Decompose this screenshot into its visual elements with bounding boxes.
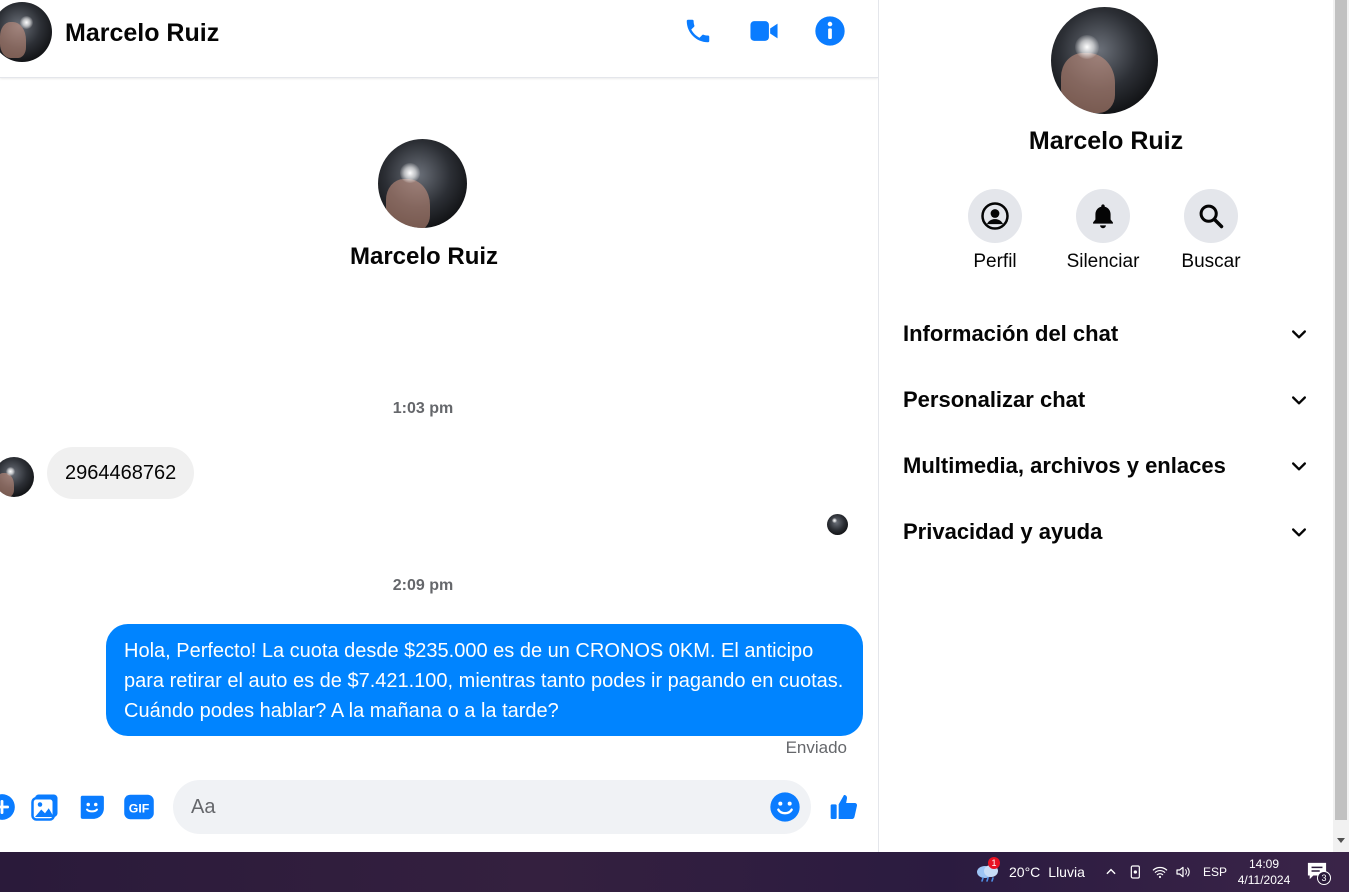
- video-call-button[interactable]: [747, 14, 781, 48]
- search-action-button[interactable]: Buscar: [1156, 189, 1266, 273]
- section-title: Privacidad y ayuda: [903, 519, 1103, 544]
- rain-cloud-icon: 1: [975, 857, 1001, 883]
- thumbs-up-icon: [830, 795, 858, 819]
- message-timestamp: 1:03 pm: [392, 400, 454, 417]
- section-title: Personalizar chat: [903, 387, 1086, 412]
- input-language-indicator[interactable]: ESP: [1203, 863, 1227, 881]
- speaker-icon: [1176, 866, 1190, 878]
- chevron-down-icon: [1292, 528, 1306, 537]
- section-media-files-links[interactable]: Multimedia, archivos y enlaces: [891, 440, 1321, 492]
- meet-now-button[interactable]: [1128, 863, 1144, 881]
- gif-button[interactable]: GIF: [123, 791, 155, 823]
- sticker-icon: [80, 795, 104, 819]
- volume-button[interactable]: [1175, 863, 1191, 881]
- scrollbar-thumb[interactable]: [1335, 0, 1347, 820]
- seen-receipt-avatar: [827, 514, 848, 535]
- weather-description: Lluvia: [1048, 864, 1085, 880]
- scroll-down-arrow-icon[interactable]: [1337, 838, 1345, 843]
- emoji-button[interactable]: [769, 791, 801, 823]
- clock-time: 14:09: [1248, 857, 1280, 871]
- section-privacy-help[interactable]: Privacidad y ayuda: [891, 506, 1321, 558]
- section-chat-info[interactable]: Información del chat: [891, 308, 1321, 360]
- conversation-info-panel: Marcelo Ruiz Perfil Silenciar Buscar Inf…: [879, 0, 1333, 852]
- profile-icon: [981, 202, 1009, 230]
- attach-image-button[interactable]: [29, 791, 61, 823]
- phone-icon: [686, 19, 710, 43]
- info-contact-avatar[interactable]: [1051, 7, 1158, 114]
- weather-alert-badge: 1: [988, 857, 1000, 869]
- contact-name[interactable]: Marcelo Ruiz: [65, 19, 219, 48]
- profile-action-label: Perfil: [973, 251, 1017, 272]
- outgoing-message-bubble[interactable]: Hola, Perfecto! La cuota desde $235.000 …: [106, 624, 863, 736]
- more-actions-button[interactable]: [0, 791, 18, 823]
- wifi-icon: [1152, 866, 1168, 879]
- chevron-down-icon: [1292, 396, 1306, 405]
- chevron-up-icon: [1106, 868, 1116, 875]
- voice-call-button[interactable]: [681, 14, 715, 48]
- messenger-app: Marcelo Ruiz Marcelo Ruiz 1:03 pm 296446…: [0, 0, 1349, 852]
- info-contact-name[interactable]: Marcelo Ruiz: [879, 127, 1333, 156]
- page-scrollbar[interactable]: [1333, 0, 1349, 852]
- bell-icon: [1093, 204, 1113, 229]
- conversation-info-button[interactable]: [813, 14, 847, 48]
- section-title: Información del chat: [903, 321, 1119, 346]
- notification-center-button[interactable]: 3: [1306, 861, 1332, 885]
- info-icon: [815, 16, 845, 46]
- contact-avatar[interactable]: [0, 2, 52, 62]
- notification-count-badge: 3: [1317, 871, 1331, 885]
- intro-contact-name[interactable]: Marcelo Ruiz: [0, 243, 848, 271]
- smiley-icon: [770, 792, 800, 822]
- profile-action-button[interactable]: Perfil: [940, 189, 1050, 273]
- show-hidden-icons-button[interactable]: [1104, 863, 1118, 881]
- send-like-button[interactable]: [828, 791, 860, 823]
- message-input-container: [173, 780, 811, 834]
- chevron-down-icon: [1292, 462, 1306, 471]
- incoming-message-bubble[interactable]: 2964468762: [47, 447, 195, 499]
- taskbar-clock[interactable]: 14:09 4/11/2024: [1231, 856, 1297, 888]
- plus-circle-icon: [0, 794, 15, 820]
- intro-avatar[interactable]: [378, 139, 467, 228]
- device-icon: [1130, 865, 1140, 879]
- network-button[interactable]: [1152, 863, 1168, 881]
- clock-date: 4/11/2024: [1237, 873, 1291, 887]
- section-customize-chat[interactable]: Personalizar chat: [891, 374, 1321, 426]
- chat-header: Marcelo Ruiz: [0, 0, 878, 78]
- search-action-label: Buscar: [1181, 251, 1241, 272]
- search-icon: [1199, 204, 1224, 229]
- chevron-down-icon: [1292, 330, 1306, 339]
- mute-action-button[interactable]: Silenciar: [1048, 189, 1158, 273]
- windows-taskbar: 1 20°C Lluvia ESP 14:09 4/11/2024 3: [0, 852, 1349, 892]
- section-title: Multimedia, archivos y enlaces: [903, 453, 1226, 478]
- message-input[interactable]: [191, 780, 751, 834]
- message-timestamp: 2:09 pm: [392, 577, 454, 594]
- sender-avatar[interactable]: [0, 457, 34, 497]
- svg-text:GIF: GIF: [129, 802, 150, 816]
- image-icon: [31, 794, 58, 821]
- weather-widget[interactable]: 1 20°C Lluvia: [975, 857, 1085, 885]
- gif-icon: GIF: [124, 794, 154, 820]
- message-status: Enviado: [785, 738, 847, 757]
- sticker-button[interactable]: [76, 791, 108, 823]
- chat-pane: Marcelo Ruiz Marcelo Ruiz 1:03 pm 296446…: [0, 0, 878, 852]
- video-camera-icon: [750, 21, 778, 41]
- mute-action-label: Silenciar: [1066, 251, 1140, 272]
- weather-temperature: 20°C: [1009, 864, 1041, 880]
